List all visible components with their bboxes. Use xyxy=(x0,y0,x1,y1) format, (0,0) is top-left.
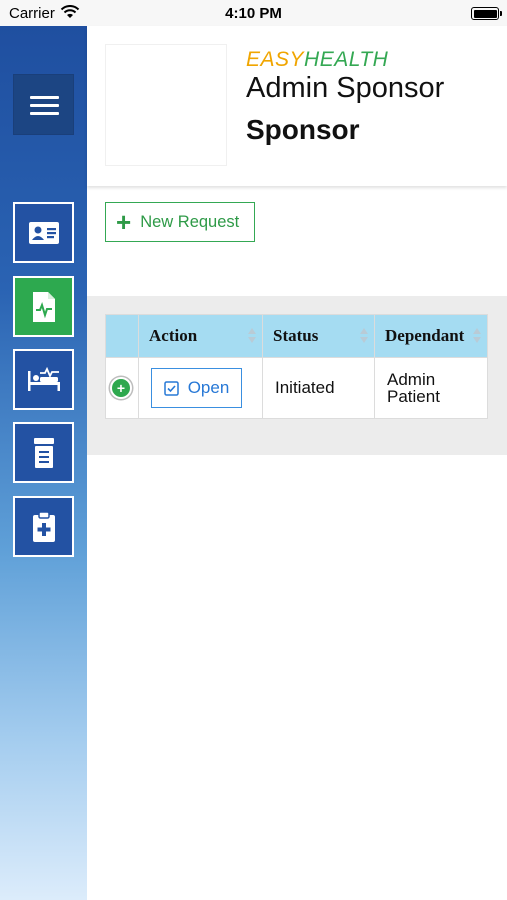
dependant-last-name: Patient xyxy=(387,387,440,406)
battery-icon xyxy=(471,7,502,20)
report-pulse-icon xyxy=(32,291,55,322)
column-header-label: Action xyxy=(149,326,198,345)
menu-button[interactable] xyxy=(13,74,74,135)
checkbox-icon xyxy=(163,380,179,396)
table-header-row: Action Status Dependant xyxy=(105,314,488,358)
sidebar xyxy=(0,26,87,900)
bed-pulse-icon xyxy=(27,366,60,391)
requests-table: Action Status Dependant + Open Initiated… xyxy=(105,314,488,419)
user-role: Sponsor xyxy=(246,114,360,145)
expand-row-icon[interactable]: + xyxy=(110,377,132,399)
plus-icon: + xyxy=(116,207,132,237)
hamburger-line xyxy=(30,104,59,107)
table-row: + Open Initiated Admin Patient xyxy=(105,357,488,419)
requests-panel: Action Status Dependant + Open Initiated… xyxy=(87,296,507,455)
status-text: Initiated xyxy=(275,378,335,397)
new-request-button[interactable]: + New Request xyxy=(105,202,255,242)
id-card-icon xyxy=(28,221,59,244)
dependant-first-name: Admin xyxy=(387,370,436,389)
status-bar: Carrier 4:10 PM xyxy=(0,0,507,26)
open-button-label: Open xyxy=(187,378,230,397)
column-header-status[interactable]: Status xyxy=(262,314,375,358)
sort-icon xyxy=(473,328,481,344)
sort-icon xyxy=(360,328,368,344)
profile-header: EASYHEALTH Admin Sponsor Sponsor xyxy=(87,26,507,186)
clipboard-medical-icon xyxy=(32,510,55,542)
action-cell: Open xyxy=(138,357,263,419)
sidebar-item-medical-clipboard[interactable] xyxy=(13,496,74,557)
brand-logo: EASYHEALTH xyxy=(246,48,388,72)
brand-health: HEALTH xyxy=(304,48,389,71)
profile-photo xyxy=(105,44,227,166)
column-header-label: Dependant xyxy=(385,326,465,345)
hamburger-line xyxy=(30,112,59,115)
user-name: Admin Sponsor xyxy=(246,72,445,104)
sort-icon xyxy=(248,328,256,344)
sidebar-item-records[interactable] xyxy=(13,422,74,483)
sidebar-item-patient-card[interactable] xyxy=(13,202,74,263)
document-stack-icon xyxy=(33,437,54,468)
new-request-label: New Request xyxy=(140,212,240,231)
expand-cell: + xyxy=(105,357,139,419)
dependant-name: Admin Patient xyxy=(375,371,487,405)
column-header-action[interactable]: Action xyxy=(138,314,263,358)
sidebar-item-hospital-bed[interactable] xyxy=(13,349,74,410)
open-button[interactable]: Open xyxy=(151,368,242,408)
dependant-cell: Admin Patient xyxy=(374,357,488,419)
status-time: 4:10 PM xyxy=(225,5,282,22)
column-header-dependant[interactable]: Dependant xyxy=(374,314,488,358)
brand-easy: EASY xyxy=(246,48,305,71)
column-header-label: Status xyxy=(273,326,319,345)
hamburger-icon xyxy=(30,96,59,99)
expand-column-header xyxy=(105,314,139,358)
sidebar-item-medical-report[interactable] xyxy=(13,276,74,337)
status-cell: Initiated xyxy=(262,357,375,419)
